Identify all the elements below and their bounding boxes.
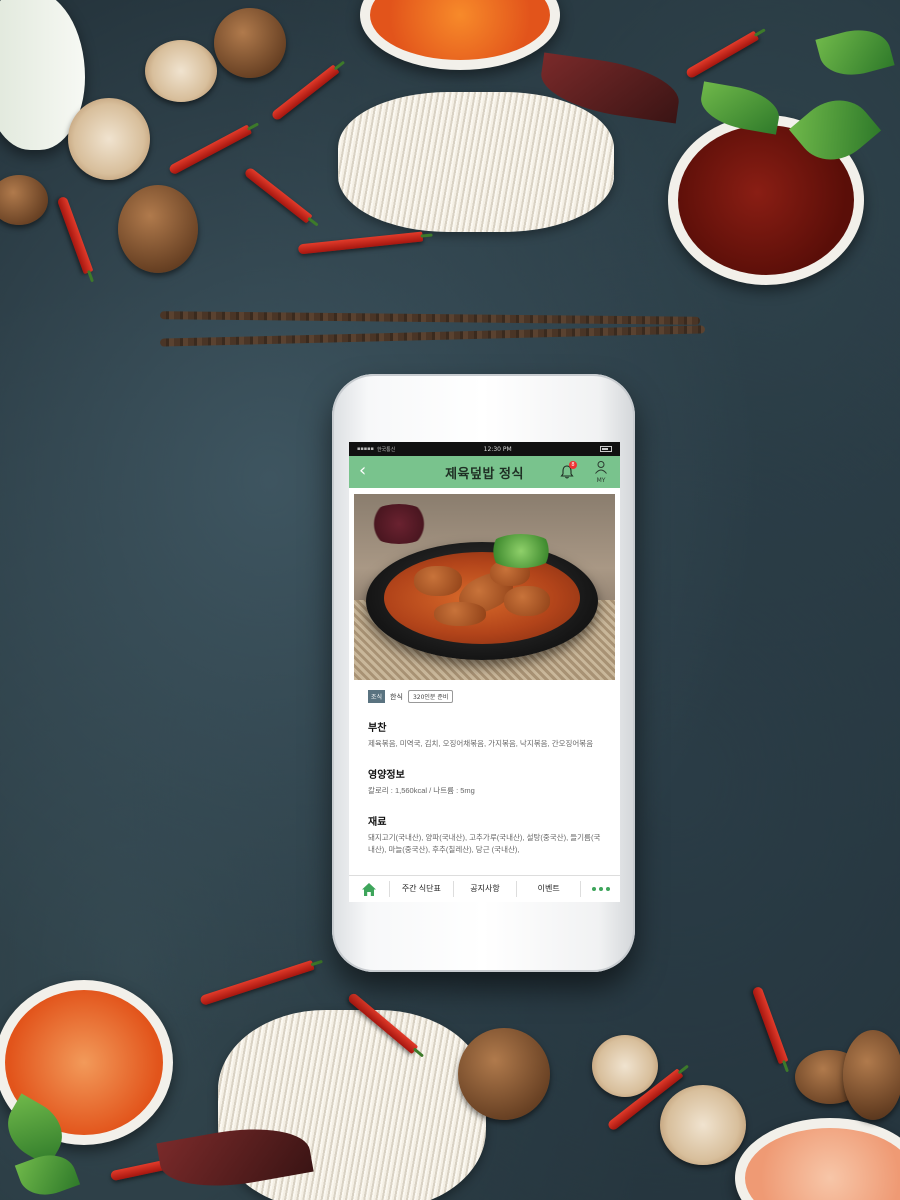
red-chili	[243, 166, 313, 224]
sauce-bowl-top	[360, 0, 560, 70]
side-dishes-section: 부찬 제육볶음, 미역국, 김치, 오징어채볶음, 가지볶음, 낙지볶음, 간오…	[349, 719, 620, 750]
mushroom	[843, 1030, 900, 1120]
basil-leaf	[14, 1146, 81, 1200]
red-chili	[167, 124, 253, 176]
nav-weekly-menu[interactable]: 주간 식단표	[389, 881, 453, 897]
page-title: 제육덮밥 정식	[445, 465, 524, 481]
meal-photo	[354, 494, 615, 680]
battery-icon	[599, 446, 612, 452]
bottom-navigation: 주간 식단표 공지사항 이벤트	[349, 875, 620, 902]
mushroom	[68, 98, 150, 180]
section-heading: 부찬	[368, 723, 387, 734]
nav-event[interactable]: 이벤트	[516, 881, 580, 897]
cuisine-label: 한식	[390, 692, 403, 701]
side-dishes-text: 제육볶음, 미역국, 김치, 오징어채볶음, 가지볶음, 낙지볶음, 간오징어볶…	[368, 739, 594, 748]
ingredients-text: 돼지고기(국내산), 양파(국내산), 고추가루(국내산), 설탕(중국산), …	[368, 833, 601, 854]
nutrition-text: 칼로리 : 1,560kcal / 나트륨 : 5mg	[368, 786, 475, 795]
network-name: 한국통신	[376, 446, 396, 453]
section-heading: 재료	[368, 817, 387, 828]
red-chili	[751, 985, 789, 1065]
mushroom	[660, 1085, 746, 1165]
status-time: 12:30 PM	[483, 445, 512, 453]
mushroom	[592, 1035, 658, 1097]
mushroom	[458, 1028, 550, 1120]
red-chili	[56, 195, 94, 275]
chevron-left-icon[interactable]: ‹	[359, 462, 366, 480]
mushroom	[214, 8, 286, 78]
shrimp-bowl	[735, 1118, 900, 1200]
section-heading: 영양정보	[368, 770, 405, 781]
rice-noodles-top	[338, 92, 614, 232]
nav-notice[interactable]: 공지사항	[452, 881, 517, 897]
app-header: ‹ 제육덮밥 정식 8 MY	[349, 456, 620, 488]
home-icon[interactable]	[349, 882, 389, 897]
more-dots-icon[interactable]	[580, 881, 620, 897]
phone-screen: ▪▪▪▪▪ 한국통신 12:30 PM ‹ 제육덮밥 정식 8 MY 조식 한식…	[349, 442, 620, 902]
status-bar: ▪▪▪▪▪ 한국통신 12:30 PM	[349, 442, 620, 456]
notification-badge: 8	[569, 461, 577, 469]
my-page-button[interactable]: MY	[592, 459, 610, 484]
servings-tag: 320인분 준비	[407, 690, 454, 703]
chopsticks	[159, 308, 706, 352]
meal-time-tag: 조식	[368, 690, 386, 703]
basil-leaf	[697, 81, 783, 135]
mushroom	[0, 175, 48, 225]
user-icon	[595, 461, 607, 474]
nutrition-section: 영양정보 칼로리 : 1,560kcal / 나트륨 : 5mg	[349, 766, 620, 797]
red-chili	[199, 960, 315, 1006]
mushroom	[145, 40, 217, 102]
my-label: MY	[596, 477, 606, 484]
ingredients-section: 재료 돼지고기(국내산), 양파(국내산), 고추가루(국내산), 설탕(중국산…	[349, 813, 620, 856]
signal-indicator: ▪▪▪▪▪	[357, 446, 374, 452]
basil-leaf	[815, 21, 895, 84]
red-chili	[270, 64, 340, 122]
red-chili	[297, 231, 424, 255]
smartphone: ▪▪▪▪▪ 한국통신 12:30 PM ‹ 제육덮밥 정식 8 MY 조식 한식…	[332, 374, 635, 972]
red-chili	[684, 30, 760, 80]
mushroom	[118, 185, 198, 273]
meal-tags: 조식 한식 320인분 준비	[349, 680, 620, 703]
